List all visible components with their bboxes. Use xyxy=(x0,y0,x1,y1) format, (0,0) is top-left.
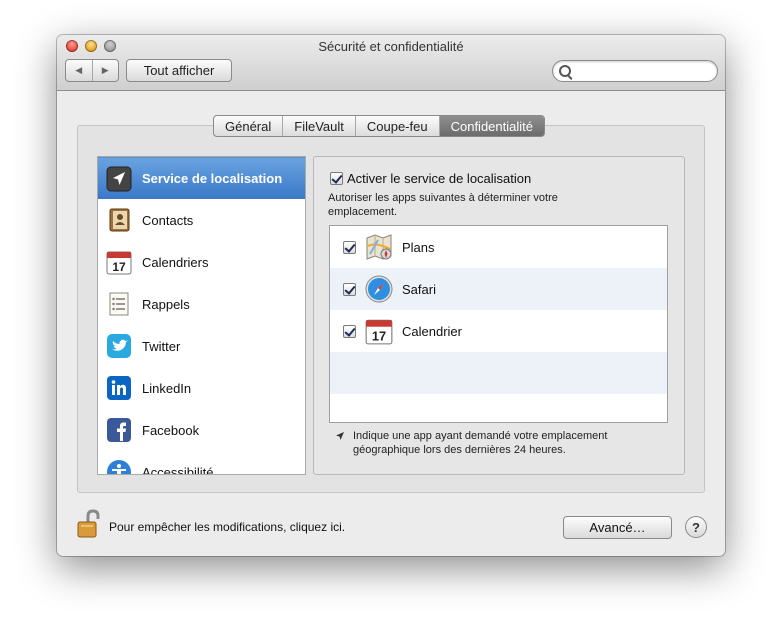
show-all-button[interactable]: Tout afficher xyxy=(126,59,232,82)
calendar-day-text: 17 xyxy=(372,329,386,344)
list-item[interactable]: Plans xyxy=(330,226,667,268)
sidebar-item-label: Rappels xyxy=(142,296,190,312)
contacts-book-icon xyxy=(105,206,133,234)
help-button[interactable]: ? xyxy=(685,516,707,538)
sidebar-item-label: Service de localisation xyxy=(142,171,283,186)
sidebar-item-label: LinkedIn xyxy=(142,380,192,396)
forward-button[interactable]: ▶ xyxy=(91,60,119,81)
location-footnote: Indique une app ayant demandé votre empl… xyxy=(335,429,675,457)
maps-icon xyxy=(364,232,394,262)
location-description: Autoriser les apps suivantes à détermine… xyxy=(328,192,558,218)
privacy-category-list[interactable]: Service de localisation Contacts 17 Cale… xyxy=(97,156,306,475)
app-checkbox[interactable] xyxy=(343,282,356,296)
sidebar-item-label: Accessibilité xyxy=(142,464,214,475)
preferences-window: Sécurité et confidentialité ◀ ▶ Tout aff… xyxy=(57,35,725,556)
empty-list-row xyxy=(330,352,667,394)
sidebar-item-location-services[interactable]: Service de localisation xyxy=(98,157,305,199)
location-arrow-icon xyxy=(105,165,133,193)
enable-location-checkbox[interactable] xyxy=(330,172,343,185)
sidebar-item-label: Twitter xyxy=(142,338,181,354)
lock-label: Pour empêcher les modifications, cliquez… xyxy=(109,519,346,534)
linkedin-icon xyxy=(105,374,133,402)
back-button[interactable]: ◀ xyxy=(66,60,92,81)
window-title: Sécurité et confidentialité xyxy=(318,39,464,54)
facebook-icon xyxy=(105,416,133,444)
search-field[interactable] xyxy=(552,60,718,82)
sidebar-item-reminders[interactable]: Rappels xyxy=(98,283,305,325)
tab-general[interactable]: Général xyxy=(214,116,282,136)
footnote-text: Indique une app ayant demandé votre empl… xyxy=(353,430,608,456)
sidebar-item-accessibility[interactable]: Accessibilité xyxy=(98,451,305,475)
sidebar-item-facebook[interactable]: Facebook xyxy=(98,409,305,451)
sidebar-item-label: Calendriers xyxy=(142,254,209,270)
tab-privacy[interactable]: Confidentialité xyxy=(438,116,544,136)
back-forward-control: ◀ ▶ xyxy=(65,59,119,82)
reminders-list-icon xyxy=(105,290,133,318)
calendar-icon: 17 xyxy=(364,316,394,346)
app-checkbox[interactable] xyxy=(343,240,356,254)
calendar-day-text: 17 xyxy=(112,260,126,274)
app-name: Safari xyxy=(402,281,436,297)
app-name: Plans xyxy=(402,239,435,255)
search-icon xyxy=(559,65,571,77)
tab-filevault[interactable]: FileVault xyxy=(282,116,355,136)
lock-control[interactable]: Pour empêcher les modifications, cliquez… xyxy=(75,509,345,544)
enable-location-row[interactable]: Activer le service de localisation xyxy=(330,171,531,186)
safari-compass-icon xyxy=(364,274,394,304)
twitter-bird-icon xyxy=(105,332,133,360)
sidebar-item-linkedin[interactable]: LinkedIn xyxy=(98,367,305,409)
enable-location-label: Activer le service de localisation xyxy=(347,171,532,186)
advanced-button[interactable]: Avancé… xyxy=(563,516,672,539)
accessibility-icon xyxy=(105,458,133,474)
location-arrow-icon xyxy=(335,431,345,457)
app-checkbox[interactable] xyxy=(343,324,356,338)
tab-firewall[interactable]: Coupe-feu xyxy=(354,116,439,136)
location-app-list[interactable]: Plans Safari 17 Calendrier xyxy=(329,225,668,423)
sidebar-item-label: Contacts xyxy=(142,212,194,228)
toolbar: Sécurité et confidentialité ◀ ▶ Tout aff… xyxy=(57,35,725,91)
list-item[interactable]: Safari xyxy=(330,268,667,310)
unlocked-padlock-icon xyxy=(75,509,103,544)
sidebar-item-twitter[interactable]: Twitter xyxy=(98,325,305,367)
sidebar-item-calendars[interactable]: 17 Calendriers xyxy=(98,241,305,283)
calendar-icon: 17 xyxy=(105,248,133,276)
tab-bar: Général FileVault Coupe-feu Confidential… xyxy=(213,115,545,137)
sidebar-item-label: Facebook xyxy=(142,422,200,438)
list-item[interactable]: 17 Calendrier xyxy=(330,310,667,352)
app-name: Calendrier xyxy=(402,323,462,339)
sidebar-item-contacts[interactable]: Contacts xyxy=(98,199,305,241)
